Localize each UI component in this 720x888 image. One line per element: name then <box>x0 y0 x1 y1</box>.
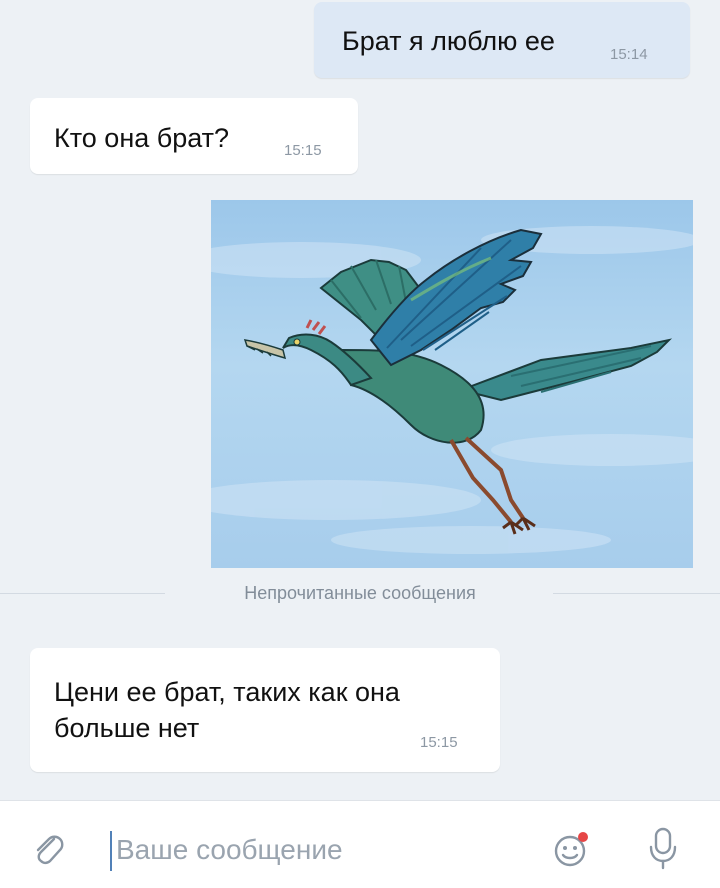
message-time: 15:15 <box>284 142 322 159</box>
message-input[interactable] <box>116 827 516 873</box>
notification-dot <box>578 832 588 842</box>
outgoing-message-bubble[interactable]: Брат я люблю ее 15:14 <box>314 2 690 78</box>
message-time: 15:15 <box>420 734 458 751</box>
smile-icon[interactable] <box>552 829 592 869</box>
message-text: Брат я люблю ее <box>342 26 555 56</box>
photo-attachment[interactable] <box>211 200 693 568</box>
text-cursor <box>110 831 112 871</box>
microphone-icon[interactable] <box>648 825 678 871</box>
divider-line <box>553 593 720 594</box>
message-composer <box>0 800 720 888</box>
message-time: 15:14 <box>610 46 648 63</box>
paperclip-icon[interactable] <box>32 831 64 867</box>
archaeopteryx-image <box>211 226 693 554</box>
message-text: Кто она брат? <box>54 123 230 153</box>
incoming-message-bubble[interactable]: Цени ее брат, таких как она больше нет 1… <box>30 648 500 772</box>
chat-history: Брат я люблю ее 15:14 Кто она брат? 15:1… <box>0 0 720 800</box>
unread-divider: Непрочитанные сообщения <box>0 578 720 608</box>
incoming-message-bubble[interactable]: Кто она брат? 15:15 <box>30 98 358 174</box>
